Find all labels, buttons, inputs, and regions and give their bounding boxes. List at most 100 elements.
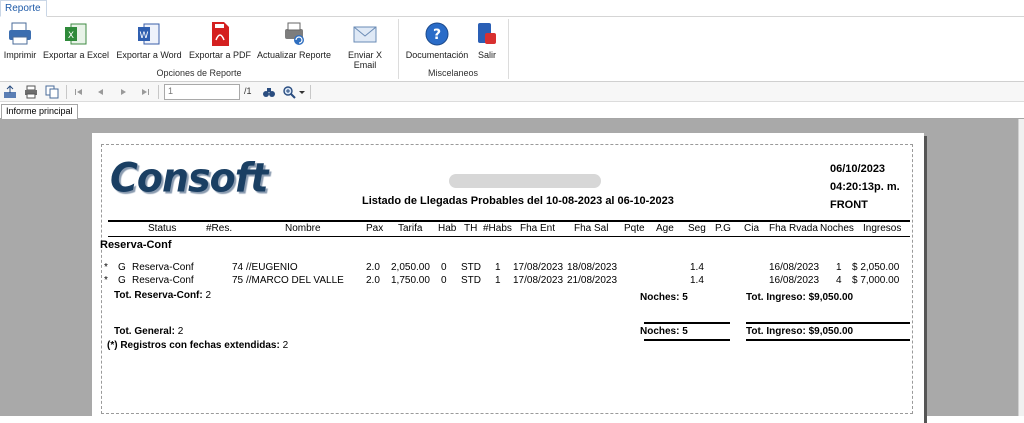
row-status: Reserva-Conf [132,262,194,273]
document-tabs: Informe principal [0,102,1024,119]
row-fha-sal: 18/08/2023 [567,262,618,273]
col-tarifa: Tarifa [398,223,423,234]
binoculars-search-icon[interactable] [262,85,276,99]
report-page: Consoft Listado de Llegadas Probables de… [92,133,924,423]
row-habs: 1 [495,275,501,286]
col-fha-sal: Fha Sal [574,223,609,234]
printer-icon[interactable] [24,85,38,99]
col-status: Status [148,223,177,234]
copy-icon[interactable] [45,85,59,99]
row-th: STD [461,275,481,286]
row-hab: 0 [441,262,447,273]
row-tarifa: 2,050.00 [391,262,430,273]
refresh-report-label: Actualizar Reporte [256,50,332,60]
col-pax: Pax [366,223,384,234]
export-pdf-label: Exportar a PDF [188,50,252,60]
export-icon[interactable] [3,85,17,99]
first-page-icon[interactable] [74,85,84,99]
last-page-icon[interactable] [140,85,150,99]
group-label-misc: Miscelaneos [427,68,479,78]
grand-total-rule [746,322,910,324]
company-logo: Consoft [110,154,268,202]
col-seg: Seg [688,223,706,234]
report-area: FRONT [830,199,868,211]
send-email-button[interactable]: Enviar X Email [336,20,394,70]
report-title: Listado de Llegadas Probables del 10-08-… [362,195,674,207]
header-bottom-rule [108,236,910,237]
extended-records-count: 2 [282,340,289,351]
documentation-button[interactable]: ? Documentación [404,20,470,60]
previous-page-icon[interactable] [96,85,106,99]
row-fha-ent: 17/08/2023 [513,275,564,286]
next-page-icon[interactable] [118,85,128,99]
exit-icon [478,23,496,44]
documentation-label: Documentación [405,50,469,60]
row-res: 75 [232,275,244,286]
grand-total-noches: Noches: 5 [640,326,688,337]
row-fha-rvada: 16/08/2023 [769,262,820,273]
print-button[interactable]: Imprimir [3,20,37,60]
zoom-dropdown-icon[interactable] [298,85,306,99]
toolbar-separator [66,85,67,99]
vertical-scrollbar[interactable] [1018,119,1024,416]
grand-total: Tot. General: 2 [114,326,183,337]
page-total: /1 [244,86,252,96]
extended-records-label: (*) Registros con fechas extendidas: [107,340,280,351]
page-number-input[interactable]: 1 [164,84,240,100]
col-cia: Cia [744,223,760,234]
tab-informe-principal[interactable]: Informe principal [1,104,78,119]
tab-reporte[interactable]: Reporte [0,0,47,17]
col-hab: Hab [438,223,457,234]
export-pdf-button[interactable]: Exportar a PDF [188,20,252,60]
viewer-toolbar: 1 /1 [0,82,1024,102]
group-total: Tot. Reserva-Conf: 2 [114,290,211,301]
printer-icon [9,22,31,45]
row-ingresos: $ 2,050.00 [852,262,900,273]
row-name: //MARCO DEL VALLE [246,275,344,286]
row-g: G [118,262,126,273]
grand-total-bottom-rule [746,339,910,341]
row-tarifa: 1,750.00 [391,275,430,286]
refresh-report-button[interactable]: Actualizar Reporte [256,20,332,60]
grand-total-ingreso: Tot. Ingreso: $9,050.00 [746,326,854,337]
row-pax: 2.0 [366,275,380,286]
row-th: STD [461,262,481,273]
col-th: TH [464,223,478,234]
svg-text:X: X [68,31,74,41]
grand-total-count: 2 [177,326,184,337]
refresh-report-icon [285,22,304,45]
ribbon-tabstrip: Reporte [0,0,1024,17]
grand-total-label: Tot. General: [114,326,175,337]
col-age: Age [656,223,674,234]
row-seg: 1.4 [690,275,704,286]
row-mark: * [104,262,108,273]
export-word-button[interactable]: W Exportar a Word [115,20,183,60]
grand-total-rule [644,322,730,324]
export-excel-button[interactable]: X Exportar a Excel [42,20,110,60]
row-fha-ent: 17/08/2023 [513,262,564,273]
row-noches: 1 [836,262,842,273]
word-icon: W [138,23,160,45]
report-time: 04:20:13p. m. [830,181,900,193]
row-seg: 1.4 [690,262,704,273]
col-habs: #Habs [483,223,512,234]
col-noches: Noches [820,223,854,234]
col-nombre: Nombre [285,223,321,234]
col-fha-rvada: Fha Rvada [769,223,818,234]
ribbon-group-separator [508,19,509,79]
zoom-icon[interactable] [282,85,296,99]
row-name: //EUGENIO [246,262,298,273]
grand-total-bottom-rule [644,339,730,341]
group-total-ingreso: Tot. Ingreso: $9,050.00 [746,292,854,303]
email-icon [353,26,377,43]
exit-button[interactable]: Salir [472,20,502,60]
report-date: 06/10/2023 [830,163,886,175]
toolbar-separator [158,85,159,99]
toolbar-separator [310,85,311,99]
col-pqte: Pqte [624,223,645,234]
row-status: Reserva-Conf [132,275,194,286]
export-excel-label: Exportar a Excel [42,50,110,60]
help-icon: ? [425,22,449,46]
ribbon: Imprimir X Exportar a Excel W Exportar a… [0,17,1024,82]
extended-records: (*) Registros con fechas extendidas: 2 [107,340,288,351]
